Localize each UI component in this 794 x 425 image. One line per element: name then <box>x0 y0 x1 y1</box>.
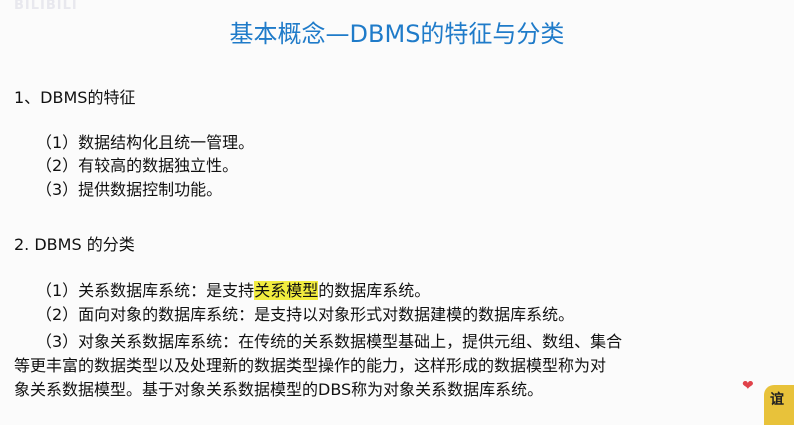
classification-item-3-line-2: 等更丰富的数据类型以及处理新的数据类型操作的能力，这样形成的数据模型称为对 <box>14 356 607 375</box>
classification-item-1-suffix: 的数据库系统。 <box>318 281 431 300</box>
feature-item-2: （2）有较高的数据独立性。 <box>36 156 239 175</box>
heart-icon: ❤ <box>742 378 754 394</box>
feature-item-3: （3）提供数据控制功能。 <box>36 180 223 199</box>
classification-item-3: （3）对象关系数据库系统：在传统的关系数据模型基础上，提供元组、数组、集合 等更… <box>14 330 786 402</box>
watermark-logo: BILIBILI <box>14 0 78 13</box>
page-title: 基本概念—DBMS的特征与分类 <box>229 20 565 48</box>
section1-heading: 1、DBMS的特征 <box>14 88 136 107</box>
section2-heading: 2. DBMS 的分类 <box>14 235 135 254</box>
classification-item-3-line-3: 象关系数据模型。基于对象关系数据模型的DBS称为对象关系数据库系统。 <box>14 380 544 399</box>
classification-item-3-line-1: （3）对象关系数据库系统：在传统的关系数据模型基础上，提供元组、数组、集合 <box>36 332 623 351</box>
classification-item-1: （1）关系数据库系统：是支持关系模型的数据库系统。 <box>36 281 430 301</box>
feature-item-1: （1）数据结构化且统一管理。 <box>36 133 255 152</box>
highlighted-term: 关系模型 <box>254 281 319 300</box>
classification-item-2: （2）面向对象的数据库系统：是支持以对象形式对数据建模的数据库系统。 <box>36 305 575 324</box>
classification-item-1-prefix: （1）关系数据库系统：是支持 <box>36 281 255 300</box>
corner-sticker: 谊 <box>764 385 794 425</box>
